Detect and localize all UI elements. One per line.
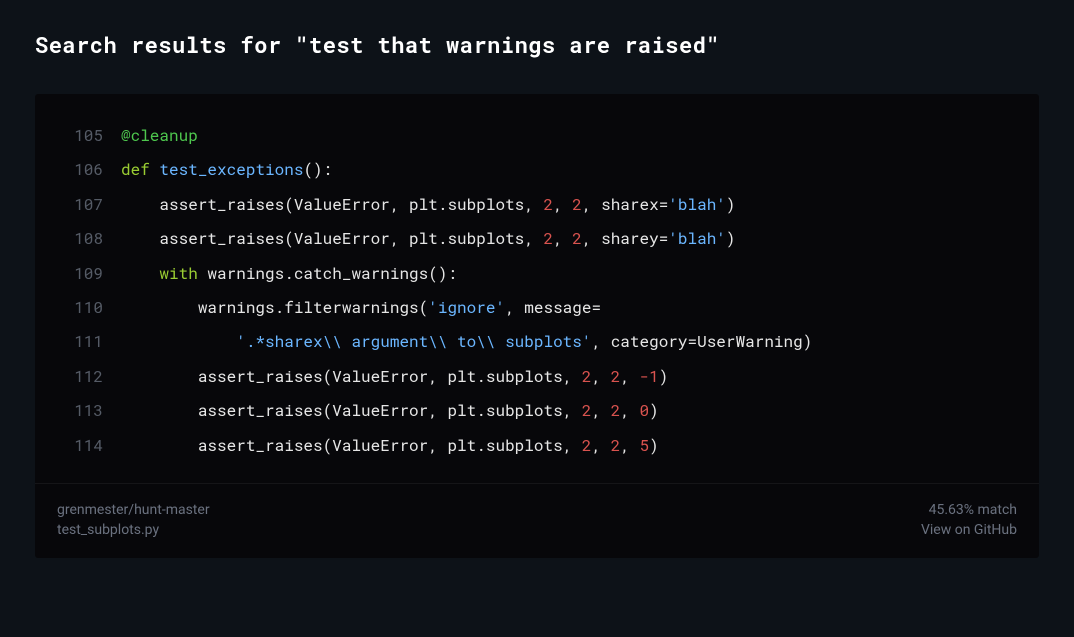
code-token: 2: [611, 400, 621, 421]
line-number: 106: [55, 153, 103, 187]
code-token: 'blah': [668, 228, 726, 249]
code-content: @cleanup: [121, 119, 198, 153]
code-content: warnings.filterwarnings('ignore', messag…: [121, 291, 601, 325]
code-token: ): [649, 400, 659, 421]
code-token: , sharex=: [582, 194, 668, 215]
code-token: 'blah': [668, 194, 726, 215]
code-token: 2: [611, 435, 621, 456]
code-content: '.*sharex\\ argument\\ to\\ subplots', c…: [121, 325, 812, 359]
code-line: 109 with warnings.catch_warnings():: [55, 257, 1019, 291]
code-line: 113 assert_raises(ValueError, plt.subplo…: [55, 394, 1019, 428]
code-token: 2: [572, 194, 582, 215]
code-line: 108 assert_raises(ValueError, plt.subplo…: [55, 222, 1019, 256]
line-number: 112: [55, 360, 103, 394]
code-token: assert_raises(ValueError, plt.subplots,: [121, 194, 543, 215]
code-token: ,: [553, 194, 572, 215]
code-token: ): [726, 194, 736, 215]
code-line: 105 @cleanup: [55, 119, 1019, 153]
line-number: 111: [55, 325, 103, 359]
code-token: assert_raises(ValueError, plt.subplots,: [121, 228, 543, 249]
code-token: 2: [543, 228, 553, 249]
code-token: 5: [640, 435, 650, 456]
code-token: -1: [640, 366, 659, 387]
line-number: 114: [55, 429, 103, 463]
code-token: ): [649, 435, 659, 456]
code-token: ,: [591, 366, 610, 387]
code-token: ,: [591, 435, 610, 456]
code-block: 105@cleanup106def test_exceptions():107 …: [35, 94, 1039, 483]
code-token: 2: [611, 366, 621, 387]
code-token: , message=: [505, 297, 601, 318]
line-number: 105: [55, 119, 103, 153]
code-token: ,: [620, 435, 639, 456]
code-token: ,: [553, 228, 572, 249]
code-line: 107 assert_raises(ValueError, plt.subplo…: [55, 188, 1019, 222]
code-token: 2: [543, 194, 553, 215]
view-on-github-link[interactable]: View on GitHub: [921, 522, 1017, 538]
code-token: 'ignore': [428, 297, 505, 318]
repo-name[interactable]: grenmester/hunt-master: [57, 502, 210, 518]
code-token: ,: [620, 366, 639, 387]
code-content: assert_raises(ValueError, plt.subplots, …: [121, 222, 736, 256]
code-token: ): [659, 366, 669, 387]
code-token: ): [726, 228, 736, 249]
code-token: assert_raises(ValueError, plt.subplots,: [121, 400, 582, 421]
code-token: @cleanup: [121, 125, 198, 146]
code-token: 2: [572, 228, 582, 249]
code-content: assert_raises(ValueError, plt.subplots, …: [121, 394, 659, 428]
code-token: 0: [640, 400, 650, 421]
card-footer: grenmester/hunt-master test_subplots.py …: [35, 483, 1039, 558]
code-token: assert_raises(ValueError, plt.subplots,: [121, 435, 582, 456]
code-token: assert_raises(ValueError, plt.subplots,: [121, 366, 582, 387]
code-token: [121, 263, 159, 284]
code-token: '.*sharex\\ argument\\ to\\ subplots': [236, 331, 591, 352]
page-title: Search results for "test that warnings a…: [35, 30, 1039, 59]
code-content: with warnings.catch_warnings():: [121, 257, 457, 291]
line-number: 108: [55, 222, 103, 256]
code-token: , category=UserWarning): [591, 331, 812, 352]
match-percentage: 45.63% match: [929, 502, 1017, 518]
code-line: 111 '.*sharex\\ argument\\ to\\ subplots…: [55, 325, 1019, 359]
code-token: warnings.catch_warnings():: [198, 263, 457, 284]
code-content: def test_exceptions():: [121, 153, 332, 187]
code-token: [121, 331, 236, 352]
code-line: 110 warnings.filterwarnings('ignore', me…: [55, 291, 1019, 325]
code-token: test_exceptions: [159, 159, 303, 180]
file-name[interactable]: test_subplots.py: [57, 522, 210, 538]
code-line: 106 def test_exceptions():: [55, 153, 1019, 187]
line-number: 109: [55, 257, 103, 291]
line-number: 113: [55, 394, 103, 428]
search-result-card: 105@cleanup106def test_exceptions():107 …: [35, 94, 1039, 558]
line-number: 107: [55, 188, 103, 222]
line-number: 110: [55, 291, 103, 325]
code-line: 114 assert_raises(ValueError, plt.subplo…: [55, 429, 1019, 463]
code-token: with: [159, 263, 197, 284]
code-content: assert_raises(ValueError, plt.subplots, …: [121, 188, 736, 222]
code-token: warnings.filterwarnings(: [121, 297, 428, 318]
code-token: ,: [620, 400, 639, 421]
code-token: def: [121, 159, 150, 180]
code-line: 112 assert_raises(ValueError, plt.subplo…: [55, 360, 1019, 394]
code-token: ,: [591, 400, 610, 421]
code-content: assert_raises(ValueError, plt.subplots, …: [121, 429, 659, 463]
code-token: , sharey=: [582, 228, 668, 249]
code-token: ():: [303, 159, 332, 180]
code-content: assert_raises(ValueError, plt.subplots, …: [121, 360, 668, 394]
code-token: [150, 159, 160, 180]
